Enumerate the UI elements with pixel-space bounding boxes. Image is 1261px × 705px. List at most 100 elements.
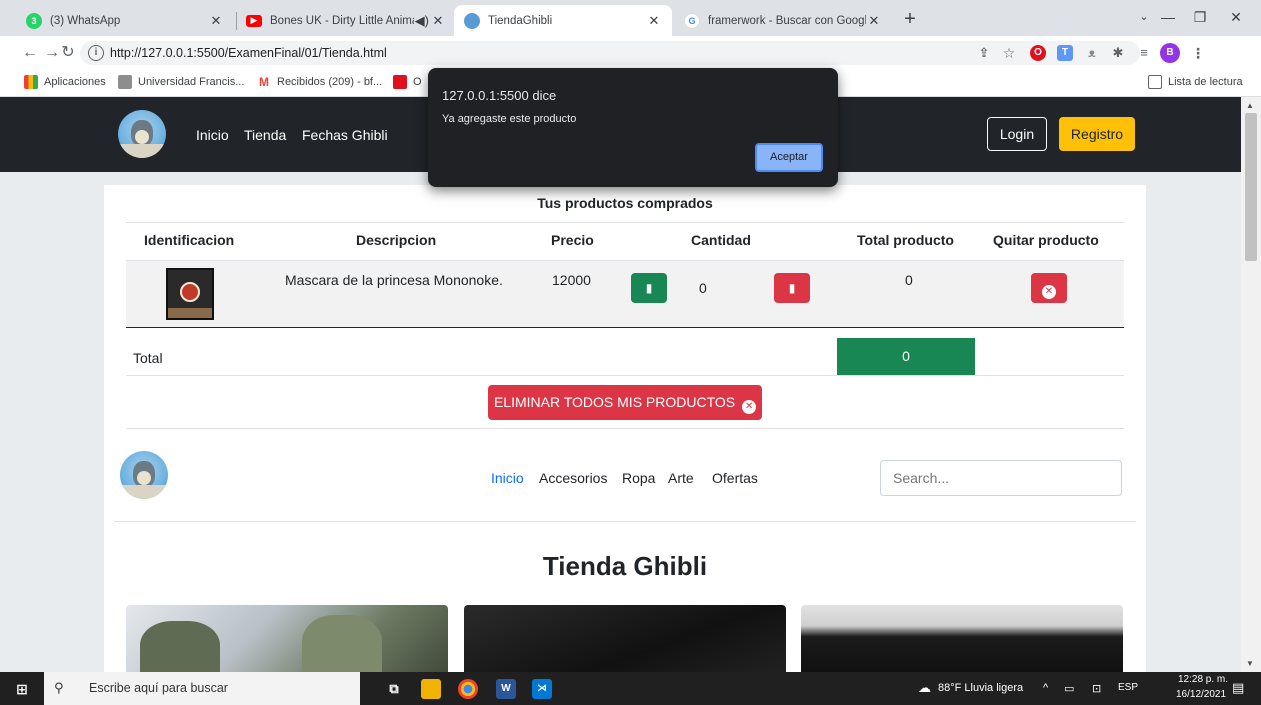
dialog-ok-button[interactable]: Aceptar: [755, 143, 823, 172]
shop-nav-accesorios[interactable]: Accesorios: [539, 470, 607, 486]
taskbar-search[interactable]: ⚲ Escribe aquí para buscar: [44, 672, 360, 705]
register-button[interactable]: Registro: [1059, 117, 1135, 151]
bookmark-label: Aplicaciones: [44, 76, 106, 88]
browser-toolbar: ← → ↻ i http://127.0.0.1:5500/ExamenFina…: [0, 36, 1261, 70]
back-icon[interactable]: ←: [20, 43, 40, 63]
shop-nav-inicio[interactable]: Inicio: [491, 470, 524, 486]
reading-list-icon: [1148, 75, 1162, 89]
close-icon[interactable]: ✕: [646, 13, 662, 29]
remove-quantity-button[interactable]: ▮: [774, 273, 810, 303]
tray-chevron-icon[interactable]: ^: [1043, 682, 1048, 694]
bookmark-opera[interactable]: O: [393, 75, 422, 89]
close-window-button[interactable]: ✕: [1216, 4, 1256, 30]
product-card-totoro[interactable]: [126, 605, 448, 672]
reading-list-button[interactable]: Lista de lectura: [1148, 75, 1243, 89]
nav-link-inicio[interactable]: Inicio: [196, 127, 229, 143]
task-view-icon[interactable]: ⧉: [384, 679, 404, 699]
word-icon[interactable]: W: [496, 679, 516, 699]
totoro-logo[interactable]: [120, 451, 168, 499]
scrollbar-thumb[interactable]: [1245, 113, 1257, 261]
login-button[interactable]: Login: [987, 117, 1047, 151]
product-description: Mascara de la princesa Mononoke.: [285, 272, 503, 288]
divider: [114, 521, 1136, 522]
header-cantidad: Cantidad: [691, 232, 751, 248]
university-icon: [118, 75, 132, 89]
bookmark-star-icon[interactable]: ☆: [1001, 45, 1017, 61]
main-container: Tus productos comprados Identificacion D…: [104, 185, 1146, 672]
tab-youtube[interactable]: ▶ Bones UK - Dirty Little Anima ◀) ✕: [236, 5, 454, 36]
tab-tiendaghibli[interactable]: TiendaGhibli ✕: [454, 5, 672, 36]
new-tab-button[interactable]: +: [898, 8, 922, 32]
site-info-icon[interactable]: i: [88, 45, 104, 61]
vscode-icon[interactable]: ⋊: [532, 679, 552, 699]
totoro-logo[interactable]: [118, 110, 166, 158]
bookmark-icon: ▮: [645, 281, 653, 295]
opera-icon: [393, 75, 407, 89]
file-explorer-icon[interactable]: [421, 679, 441, 699]
header-total-producto: Total producto: [857, 232, 954, 248]
opera-extension-icon[interactable]: O: [1030, 45, 1046, 61]
network-icon[interactable]: ⊡: [1092, 682, 1101, 695]
restore-button[interactable]: ❐: [1180, 4, 1220, 30]
windows-start-icon[interactable]: ⊞: [12, 679, 32, 699]
nav-link-tienda[interactable]: Tienda: [244, 127, 286, 143]
close-icon[interactable]: ✕: [208, 13, 224, 29]
shop-title: Tienda Ghibli: [542, 551, 708, 581]
share-icon[interactable]: ⇪: [976, 45, 992, 61]
remove-product-button[interactable]: ✕: [1031, 273, 1067, 303]
taskbar-search-placeholder: Escribe aquí para buscar: [89, 681, 228, 695]
notifications-icon[interactable]: ▤: [1232, 680, 1244, 696]
menu-kebab-icon[interactable]: ⋮: [1190, 45, 1206, 61]
tab-title: Bones UK - Dirty Little Anima: [270, 14, 414, 27]
shop-nav-ropa[interactable]: Ropa: [622, 470, 655, 486]
shop-nav-arte[interactable]: Arte: [668, 470, 694, 486]
profile-avatar[interactable]: B: [1160, 43, 1180, 63]
remove-circle-icon: ✕: [1042, 285, 1056, 299]
bookmark-gmail[interactable]: M Recibidos (209) - bf...: [257, 75, 382, 89]
total-value: 0: [837, 338, 975, 375]
bookmark-universidad[interactable]: Universidad Francis...: [118, 75, 244, 89]
divider: [126, 375, 1124, 376]
url-text: http://127.0.0.1:5500/ExamenFinal/01/Tie…: [110, 46, 387, 60]
bookmark-label: Recibidos (209) - bf...: [277, 76, 383, 88]
battery-icon[interactable]: ▭: [1064, 682, 1074, 695]
divider: [126, 428, 1124, 429]
dialog-message: Ya agregaste este producto: [442, 113, 577, 125]
weather-text[interactable]: 88°F Lluvia ligera: [938, 682, 1023, 694]
header-identificacion: Identificacion: [144, 232, 235, 248]
tab-whatsapp[interactable]: 3 (3) WhatsApp ✕: [16, 5, 234, 36]
clear-all-products-button[interactable]: ELIMINAR TODOS MIS PRODUCTOS ✕: [488, 385, 762, 420]
search-icon: ⚲: [54, 680, 64, 695]
close-icon[interactable]: ✕: [866, 13, 882, 29]
language-indicator[interactable]: ESP: [1118, 682, 1138, 693]
scroll-down-arrow-icon[interactable]: ▼: [1246, 659, 1254, 668]
header-descripcion: Descripcion: [356, 232, 437, 248]
clock-date[interactable]: 16/12/2021: [1176, 689, 1226, 700]
nav-link-fechas-ghibli[interactable]: Fechas Ghibli: [302, 127, 388, 143]
dialog-origin: 127.0.0.1:5500 dice: [442, 88, 557, 103]
scroll-up-arrow-icon[interactable]: ▲: [1246, 101, 1254, 110]
reading-list-icon[interactable]: ≡: [1136, 45, 1152, 61]
shop-nav-ofertas[interactable]: Ofertas: [712, 470, 758, 486]
product-card-frame[interactable]: [801, 605, 1123, 672]
page-scrollbar[interactable]: ▲ ▼: [1241, 97, 1261, 672]
reload-icon[interactable]: ↻: [58, 43, 78, 63]
product-card-dark[interactable]: [464, 605, 786, 672]
tab-title: framerwork - Buscar con Google: [708, 14, 866, 27]
whatsapp-icon: 3: [26, 12, 42, 29]
header-precio: Precio: [551, 232, 594, 248]
search-input[interactable]: [880, 460, 1122, 496]
cat-extension-icon[interactable]: ᴥ: [1084, 45, 1100, 61]
tab-google[interactable]: G framerwork - Buscar con Google ✕: [674, 5, 892, 36]
translate-extension-icon[interactable]: T: [1057, 45, 1073, 61]
bookmark-apps[interactable]: Aplicaciones: [24, 75, 106, 89]
chrome-icon[interactable]: [458, 679, 478, 699]
totoro-figure: [302, 615, 382, 672]
close-icon[interactable]: ◀) ✕: [414, 13, 444, 29]
extensions-puzzle-icon[interactable]: ✱: [1110, 45, 1126, 61]
bookmark-icon: ▮: [788, 281, 796, 295]
clock-time[interactable]: 12:28 p. m.: [1178, 674, 1228, 685]
add-quantity-button[interactable]: ▮: [631, 273, 667, 303]
browser-tab-strip: 3 (3) WhatsApp ✕ ▶ Bones UK - Dirty Litt…: [0, 0, 1261, 36]
youtube-icon: ▶: [246, 14, 262, 27]
